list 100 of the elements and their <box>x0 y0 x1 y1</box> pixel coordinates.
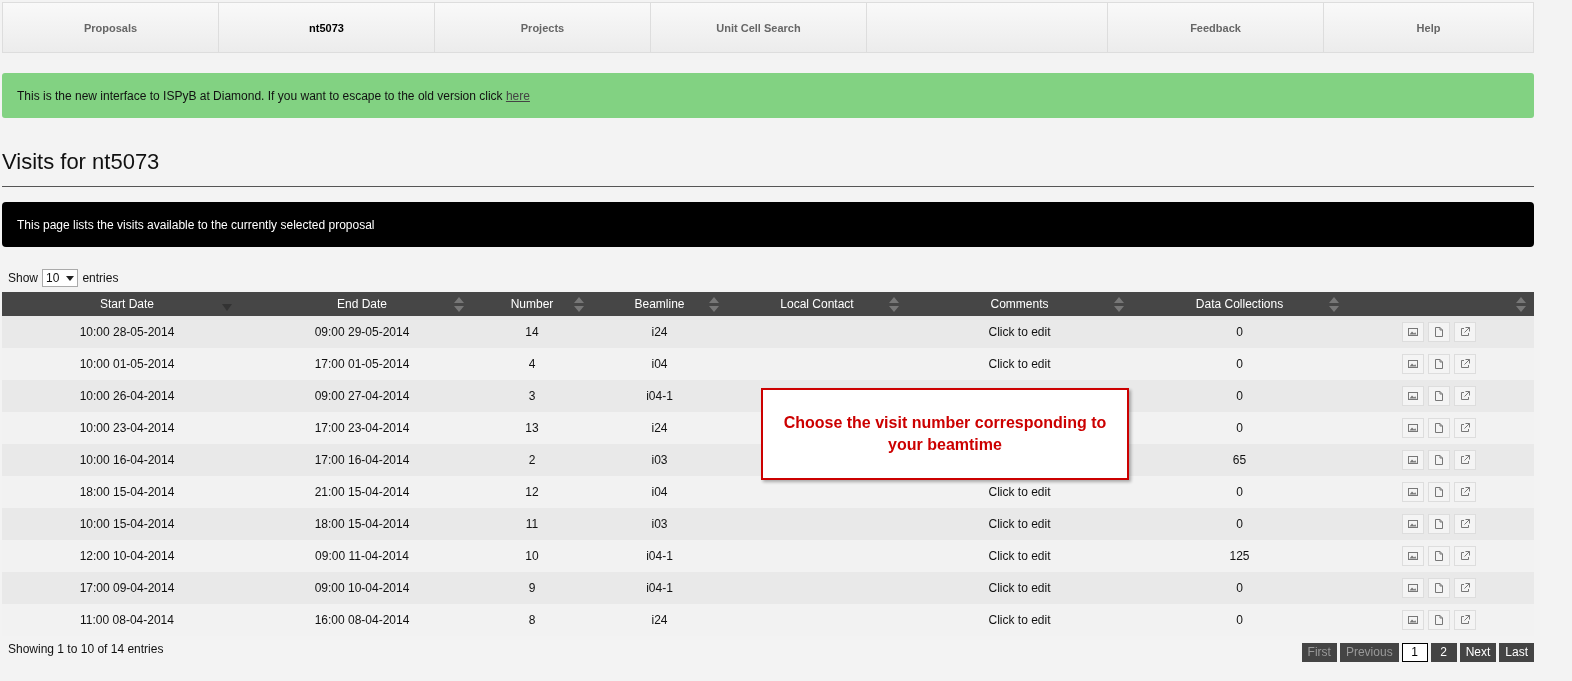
document-icon <box>1435 391 1443 401</box>
column-header[interactable]: Comments <box>907 292 1132 316</box>
column-title: Data Collections <box>1195 297 1284 311</box>
external-link-button[interactable] <box>1454 418 1476 438</box>
external-link-button[interactable] <box>1454 546 1476 566</box>
image-button[interactable] <box>1402 354 1424 374</box>
table-cell-text: 18:00 15-04-2014 <box>78 484 176 501</box>
table-cell-text: i04-1 <box>645 388 674 405</box>
nav-tab[interactable]: Feedback <box>1108 3 1324 52</box>
image-icon <box>1408 488 1418 496</box>
document-button[interactable] <box>1428 354 1450 374</box>
external-link-button[interactable] <box>1454 354 1476 374</box>
column-title: Number <box>510 297 554 311</box>
editable-comment[interactable]: Click to edit <box>988 357 1051 371</box>
column-header[interactable]: Local Contact <box>727 292 907 316</box>
table-cell-text: 10:00 26-04-2014 <box>78 388 176 405</box>
image-button[interactable] <box>1402 386 1424 406</box>
external-link-button[interactable] <box>1454 450 1476 470</box>
image-button[interactable] <box>1402 482 1424 502</box>
nav-tab[interactable]: Help <box>1324 3 1533 52</box>
document-button[interactable] <box>1428 386 1450 406</box>
table-cell-text: 21:00 15-04-2014 <box>313 484 411 501</box>
caret-icon <box>66 275 75 281</box>
table-cell-text: 10:00 01-05-2014 <box>78 356 176 373</box>
document-button[interactable] <box>1428 322 1450 342</box>
image-button[interactable] <box>1402 610 1424 630</box>
editable-comment[interactable]: Click to edit <box>988 549 1051 563</box>
column-title: Comments <box>990 297 1049 311</box>
nav-tab[interactable]: Projects <box>435 3 651 52</box>
table-cell-text: 09:00 27-04-2014 <box>313 388 411 405</box>
entries-select[interactable]: 10 <box>42 269 79 287</box>
editable-comment[interactable]: Click to edit <box>988 325 1051 339</box>
document-button[interactable] <box>1428 514 1450 534</box>
external-link-button[interactable] <box>1454 386 1476 406</box>
table-cell-text: 0 <box>1235 356 1244 373</box>
editable-comment[interactable]: Click to edit <box>988 485 1051 499</box>
column-header[interactable]: Data Collections <box>1132 292 1347 316</box>
column-header[interactable]: Number <box>472 292 592 316</box>
editable-comment[interactable]: Click to edit <box>988 581 1051 595</box>
external-link-button[interactable] <box>1454 482 1476 502</box>
table-cell-text: 12:00 10-04-2014 <box>78 548 176 565</box>
table-cell-text: 0 <box>1235 420 1244 437</box>
column-header[interactable]: End Date <box>252 292 472 316</box>
document-icon <box>1435 551 1443 561</box>
nav-tab[interactable]: Proposals <box>3 3 219 52</box>
image-button[interactable] <box>1402 322 1424 342</box>
table-cell-text: 2 <box>527 452 537 469</box>
table-cell-text: 10:00 15-04-2014 <box>78 516 176 533</box>
pagination-button[interactable]: Next <box>1459 643 1497 662</box>
editable-comment[interactable]: Click to edit <box>988 517 1051 531</box>
editable-comment[interactable]: Click to edit <box>988 613 1051 627</box>
page-button[interactable]: 1 <box>1401 643 1428 662</box>
external-link-icon <box>1460 455 1470 465</box>
image-button[interactable] <box>1402 546 1424 566</box>
image-icon <box>1408 392 1418 400</box>
banner-text: This is the new interface to ISPyB at Diamond. If you want to escape to the old version click here <box>17 88 530 103</box>
nav-tab[interactable]: Unit Cell Search <box>651 3 867 52</box>
table-cell-text: 09:00 29-05-2014 <box>313 324 411 341</box>
document-icon <box>1435 455 1443 465</box>
table-cell-text: i24 <box>650 612 669 629</box>
image-button[interactable] <box>1402 578 1424 598</box>
table-cell-text: 17:00 01-05-2014 <box>313 356 411 373</box>
document-icon <box>1435 359 1443 369</box>
table-cell-text: 0 <box>1235 580 1244 597</box>
document-button[interactable] <box>1428 578 1450 598</box>
external-link-icon <box>1460 391 1470 401</box>
column-title: End Date <box>336 297 387 311</box>
nav-tab[interactable]: nt5073 <box>219 3 435 52</box>
image-button[interactable] <box>1402 418 1424 438</box>
column-title: Start Date <box>100 297 154 311</box>
image-icon <box>1408 424 1418 432</box>
column-header[interactable]: Beamline <box>592 292 727 316</box>
here-link[interactable]: here <box>505 88 530 103</box>
image-button[interactable] <box>1402 450 1424 470</box>
external-link-button[interactable] <box>1454 610 1476 630</box>
external-link-icon <box>1460 551 1470 561</box>
external-link-icon <box>1460 583 1470 593</box>
table-cell-text: 17:00 23-04-2014 <box>313 420 411 437</box>
table-cell-text: i24 <box>650 420 669 437</box>
table-cell-text: 09:00 10-04-2014 <box>313 580 411 597</box>
table-cell-text: 0 <box>1235 516 1244 533</box>
document-button[interactable] <box>1428 546 1450 566</box>
pagination-button[interactable]: Last <box>1499 643 1534 662</box>
document-button[interactable] <box>1428 418 1450 438</box>
external-link-button[interactable] <box>1454 578 1476 598</box>
image-button[interactable] <box>1402 514 1424 534</box>
show-label: Show <box>8 271 39 285</box>
page-button[interactable]: 2 <box>1430 643 1457 662</box>
document-button[interactable] <box>1428 482 1450 502</box>
callout-text: Choose the visit number corresponding to your beamtime <box>782 413 1108 455</box>
document-button[interactable] <box>1428 610 1450 630</box>
document-button[interactable] <box>1428 450 1450 470</box>
external-link-button[interactable] <box>1454 514 1476 534</box>
document-icon <box>1435 327 1443 337</box>
image-icon <box>1408 552 1418 560</box>
table-cell-text: 16:00 08-04-2014 <box>313 612 411 629</box>
column-header[interactable]: Start Date <box>2 292 252 316</box>
external-link-button[interactable] <box>1454 322 1476 342</box>
table-cell-text: 14 <box>524 324 540 341</box>
document-icon <box>1435 487 1443 497</box>
